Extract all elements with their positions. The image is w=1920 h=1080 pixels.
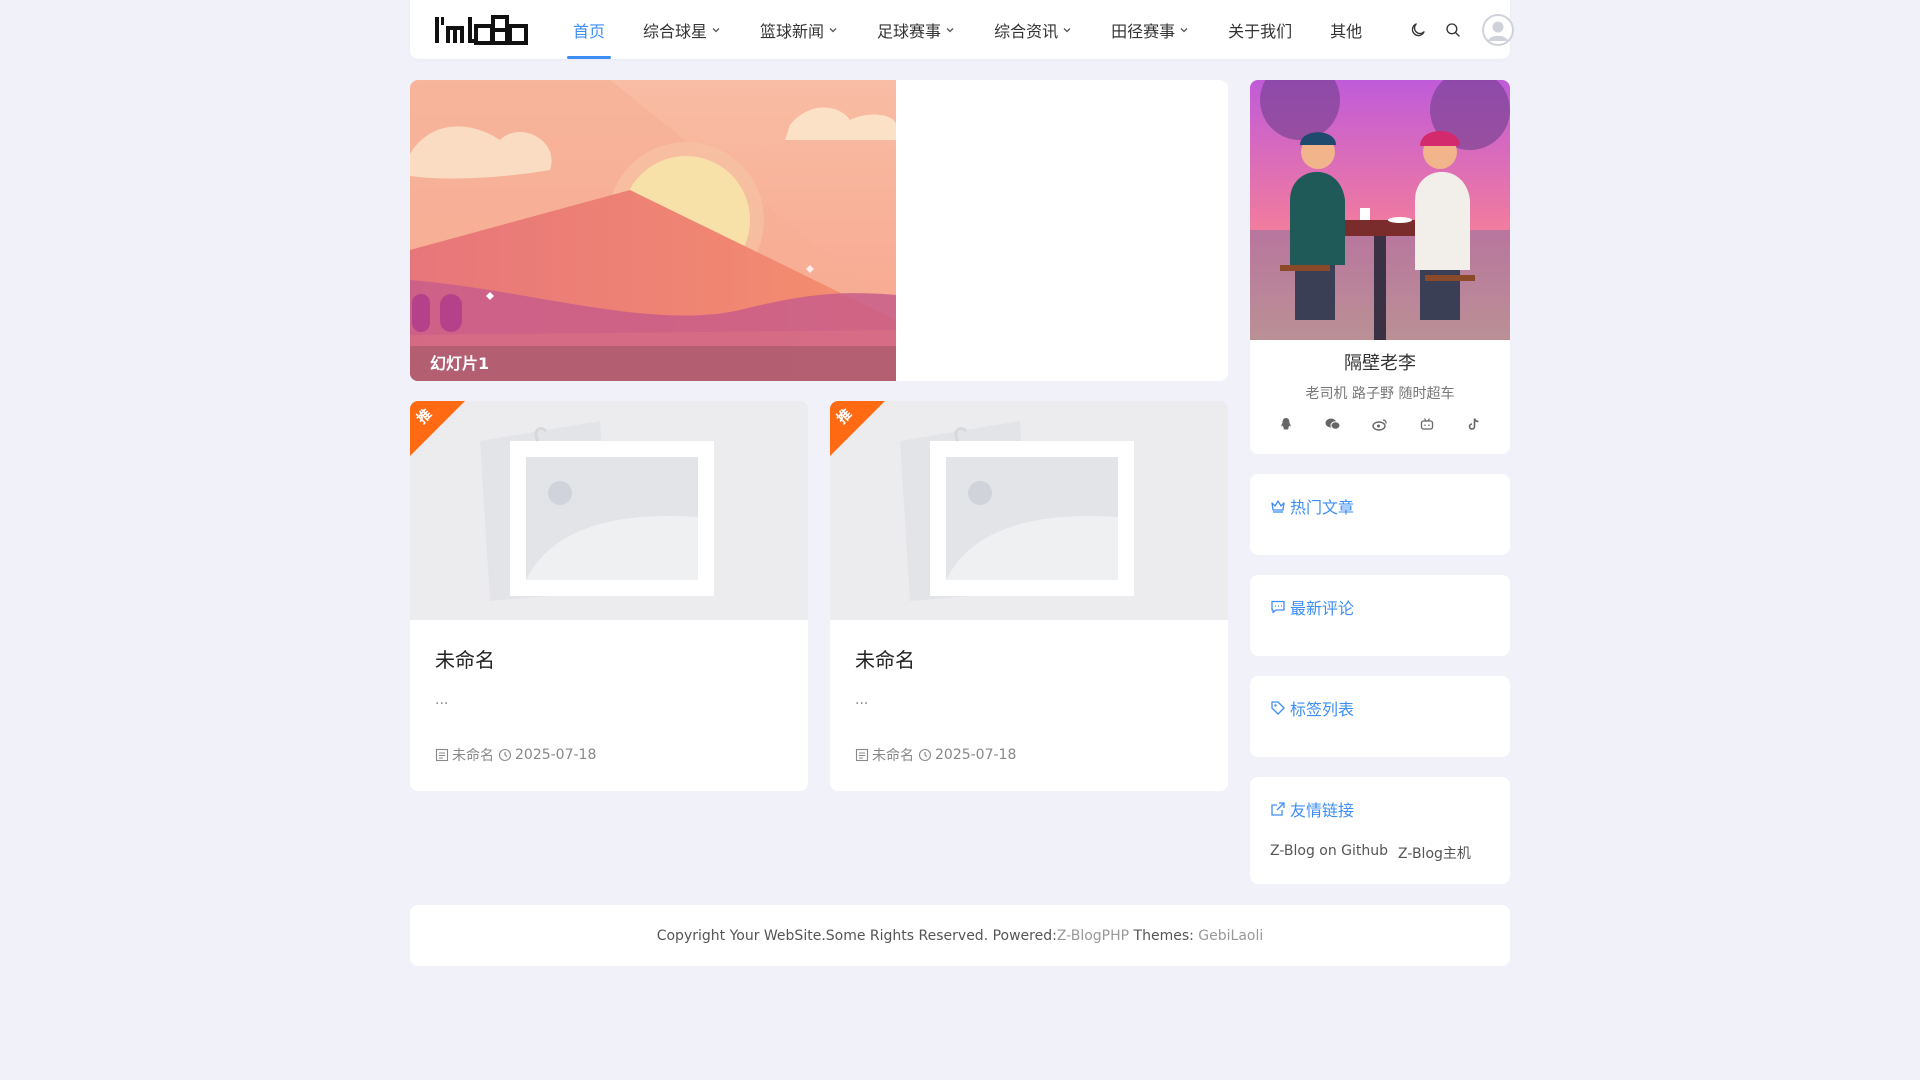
widget-hot-articles: 热门文章 bbox=[1250, 474, 1510, 555]
post-date: 2025-07-18 bbox=[498, 747, 596, 763]
nav-label: 其他 bbox=[1330, 21, 1363, 41]
site-logo[interactable] bbox=[434, 14, 529, 46]
search-icon[interactable] bbox=[1442, 19, 1464, 41]
slide-image bbox=[410, 80, 896, 381]
comment-icon bbox=[1271, 600, 1285, 614]
friend-link[interactable]: Z-Blog主机 bbox=[1398, 843, 1471, 863]
footer-copyright: Copyright Your WebSite.Some Rights Reser… bbox=[656, 927, 1057, 944]
site-header: 首页 综合球星 篮球新闻 足球赛事 综合资讯 田径赛事 关于我们 其他 bbox=[410, 0, 1515, 59]
nav-label: 篮球新闻 bbox=[760, 21, 825, 41]
post-card[interactable]: 推 未命名 ... 未命名 2025-07-18 bbox=[410, 401, 808, 791]
nav-item-other[interactable]: 其他 bbox=[1324, 0, 1368, 59]
image-placeholder-icon bbox=[830, 401, 1228, 620]
nav-item-news[interactable]: 综合资讯 bbox=[988, 0, 1079, 59]
nav-label: 田径赛事 bbox=[1111, 21, 1176, 41]
nav-item-home[interactable]: 首页 bbox=[567, 0, 612, 59]
logo-image bbox=[435, 14, 528, 45]
slider: 幻灯片1 bbox=[410, 80, 1228, 381]
widget-title: 热门文章 bbox=[1270, 494, 1490, 518]
image-placeholder-icon bbox=[410, 401, 808, 620]
slide-1[interactable]: 幻灯片1 bbox=[410, 80, 896, 381]
author-description: 老司机 路子野 随时超车 bbox=[1305, 386, 1455, 402]
nav-label: 综合资讯 bbox=[994, 21, 1059, 41]
nav-item-stars[interactable]: 综合球星 bbox=[637, 0, 728, 59]
widget-latest-comments: 最新评论 bbox=[1250, 575, 1510, 656]
nav-item-about[interactable]: 关于我们 bbox=[1222, 0, 1298, 59]
author-profile: 隔壁老李 老司机 路子野 随时超车 bbox=[1250, 80, 1510, 454]
friend-link[interactable]: Z-Blog on Github bbox=[1270, 843, 1388, 863]
post-date: 2025-07-18 bbox=[918, 747, 1016, 763]
user-icon bbox=[1482, 13, 1515, 46]
bilibili-icon[interactable] bbox=[1418, 415, 1436, 433]
post-meta: 未命名 2025-07-18 bbox=[855, 745, 1020, 765]
clock-icon bbox=[498, 748, 512, 762]
header-tools bbox=[1394, 13, 1515, 46]
chevron-down-icon bbox=[829, 27, 837, 32]
widget-title: 标签列表 bbox=[1270, 696, 1490, 720]
post-excerpt: ... bbox=[855, 692, 869, 708]
nav-label: 综合球星 bbox=[643, 21, 708, 41]
widget-title-label: 标签列表 bbox=[1290, 700, 1355, 719]
author-name: 隔壁老李 bbox=[1344, 353, 1416, 374]
chevron-down-icon bbox=[1180, 27, 1188, 32]
post-excerpt: ... bbox=[435, 692, 449, 708]
moon-icon[interactable] bbox=[1407, 19, 1429, 41]
widget-tag-list: 标签列表 bbox=[1250, 676, 1510, 757]
post-meta: 未命名 2025-07-18 bbox=[435, 745, 600, 765]
nav-item-basketball[interactable]: 篮球新闻 bbox=[754, 0, 845, 59]
footer-theme-link[interactable]: GebiLaoli bbox=[1198, 928, 1263, 944]
post-title[interactable]: 未命名 bbox=[435, 644, 783, 672]
wechat-icon[interactable] bbox=[1324, 415, 1342, 433]
user-avatar[interactable] bbox=[1482, 13, 1515, 46]
widget-title-label: 最新评论 bbox=[1290, 599, 1355, 618]
chevron-down-icon bbox=[1063, 27, 1071, 32]
nav-item-football[interactable]: 足球赛事 bbox=[871, 0, 962, 59]
nav-label: 关于我们 bbox=[1228, 21, 1293, 41]
nav-label: 足球赛事 bbox=[877, 21, 942, 41]
date-label: 2025-07-18 bbox=[935, 747, 1017, 763]
chevron-down-icon bbox=[946, 27, 954, 32]
chevron-down-icon bbox=[712, 27, 720, 32]
post-title[interactable]: 未命名 bbox=[855, 644, 1203, 672]
category-label: 未命名 bbox=[452, 748, 494, 764]
footer-themes-label: Themes: bbox=[1129, 927, 1199, 944]
post-category[interactable]: 未命名 bbox=[855, 745, 914, 765]
weibo-icon[interactable] bbox=[1371, 415, 1389, 433]
footer-powered-link[interactable]: Z-BlogPHP bbox=[1057, 928, 1129, 944]
external-link-icon bbox=[1271, 802, 1285, 816]
post-thumbnail[interactable]: 推 bbox=[410, 401, 808, 620]
widget-title: 最新评论 bbox=[1270, 595, 1490, 619]
tag-icon bbox=[1271, 701, 1285, 715]
post-card[interactable]: 推 未命名 ... 未命名 2025-07-18 bbox=[830, 401, 1228, 791]
main-nav: 首页 综合球星 篮球新闻 足球赛事 综合资讯 田径赛事 关于我们 其他 bbox=[567, 0, 1394, 59]
widget-friend-links: 友情链接 Z-Blog on Github Z-Blog主机 bbox=[1250, 777, 1510, 884]
qq-icon[interactable] bbox=[1277, 415, 1295, 433]
category-icon bbox=[855, 748, 869, 762]
profile-illustration bbox=[1250, 80, 1510, 340]
crown-icon bbox=[1271, 500, 1285, 513]
clock-icon bbox=[918, 748, 932, 762]
nav-label: 首页 bbox=[573, 21, 606, 41]
nav-item-athletics[interactable]: 田径赛事 bbox=[1105, 0, 1196, 59]
profile-banner bbox=[1250, 80, 1510, 340]
tiktok-icon[interactable] bbox=[1465, 415, 1483, 433]
post-category[interactable]: 未命名 bbox=[435, 745, 494, 765]
post-thumbnail[interactable]: 推 bbox=[830, 401, 1228, 620]
social-links bbox=[1250, 415, 1510, 433]
category-label: 未命名 bbox=[872, 748, 914, 764]
slide-caption: 幻灯片1 bbox=[410, 346, 896, 381]
site-footer: Copyright Your WebSite.Some Rights Reser… bbox=[410, 905, 1510, 966]
widget-title-label: 友情链接 bbox=[1290, 801, 1355, 820]
widget-title: 友情链接 bbox=[1270, 797, 1490, 821]
widget-title-label: 热门文章 bbox=[1290, 498, 1355, 517]
friend-links-list: Z-Blog on Github Z-Blog主机 bbox=[1270, 843, 1490, 863]
date-label: 2025-07-18 bbox=[515, 747, 597, 763]
category-icon bbox=[435, 748, 449, 762]
